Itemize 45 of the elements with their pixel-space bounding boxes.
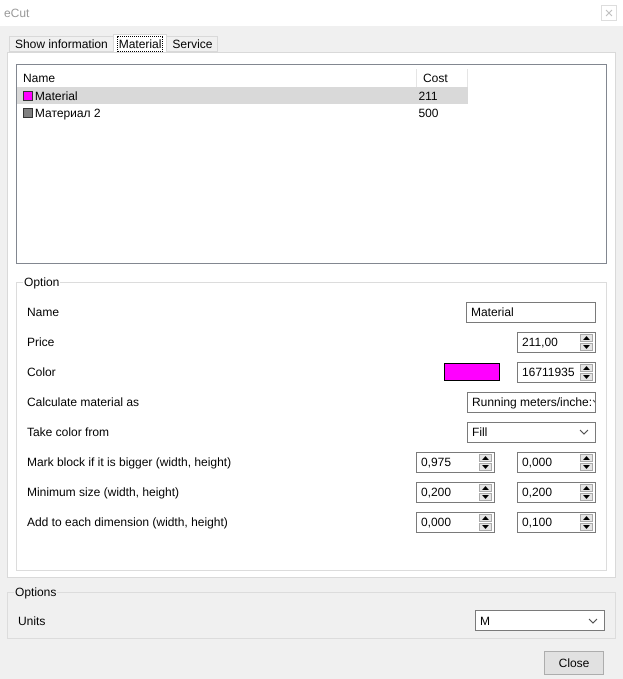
material-cost: 211 bbox=[418, 88, 439, 102]
field-label: Units bbox=[18, 614, 46, 628]
field-label: Calculate material as bbox=[27, 395, 140, 409]
field-label: Add to each dimension (width, height) bbox=[27, 515, 228, 529]
list-row[interactable]: Материал 2 500 bbox=[17, 104, 468, 121]
field-label: Color bbox=[27, 365, 56, 379]
number-field[interactable]: 0,100 bbox=[517, 512, 596, 532]
spinner-icon[interactable] bbox=[479, 454, 492, 470]
tab[interactable]: Show information bbox=[9, 36, 114, 52]
field-label: Name bbox=[27, 305, 60, 319]
text-field[interactable]: Material bbox=[466, 302, 596, 322]
list-row[interactable]: Material 211 bbox=[17, 87, 468, 104]
spinner-icon[interactable] bbox=[479, 484, 492, 500]
group-title: Option bbox=[23, 275, 60, 289]
dropdown[interactable]: M bbox=[475, 610, 605, 631]
number-field[interactable]: 0,200 bbox=[517, 482, 596, 502]
spinner-icon[interactable] bbox=[580, 334, 593, 350]
material-name: Material bbox=[34, 88, 79, 102]
number-field[interactable]: 16711935 bbox=[517, 362, 596, 382]
spinner-icon[interactable] bbox=[479, 514, 492, 530]
close-button[interactable]: Close bbox=[544, 651, 604, 675]
number-field[interactable]: 211,00 bbox=[517, 332, 596, 352]
number-field[interactable]: 0,000 bbox=[517, 452, 596, 472]
field-label: Minimum size (width, height) bbox=[27, 485, 180, 499]
chevron-down-icon[interactable] bbox=[588, 618, 598, 624]
dropdown[interactable]: Fill bbox=[467, 422, 596, 442]
spinner-icon[interactable] bbox=[580, 514, 593, 530]
chevron-down-icon[interactable] bbox=[579, 429, 589, 435]
spinner-icon[interactable] bbox=[580, 364, 593, 380]
spinner-icon[interactable] bbox=[580, 454, 593, 470]
window-title: eCut bbox=[4, 6, 30, 20]
field-label: Price bbox=[27, 335, 54, 349]
field-label: Mark block if it is bigger (width, height) bbox=[27, 455, 232, 469]
tab[interactable]: Material bbox=[112, 34, 168, 52]
tab[interactable]: Service bbox=[166, 36, 218, 52]
material-name: Материал 2 bbox=[34, 106, 102, 120]
number-field[interactable]: 0,975 bbox=[416, 452, 495, 472]
group-title: Options bbox=[14, 585, 58, 599]
number-field[interactable]: 0,200 bbox=[416, 482, 495, 502]
color-swatch[interactable] bbox=[444, 363, 500, 381]
field-label: Take color from bbox=[27, 425, 110, 439]
spinner-icon[interactable] bbox=[580, 484, 593, 500]
number-field[interactable]: 0,000 bbox=[416, 512, 495, 532]
material-cost: 500 bbox=[418, 106, 440, 120]
dropdown[interactable]: Running meters/inche: bbox=[467, 392, 596, 412]
